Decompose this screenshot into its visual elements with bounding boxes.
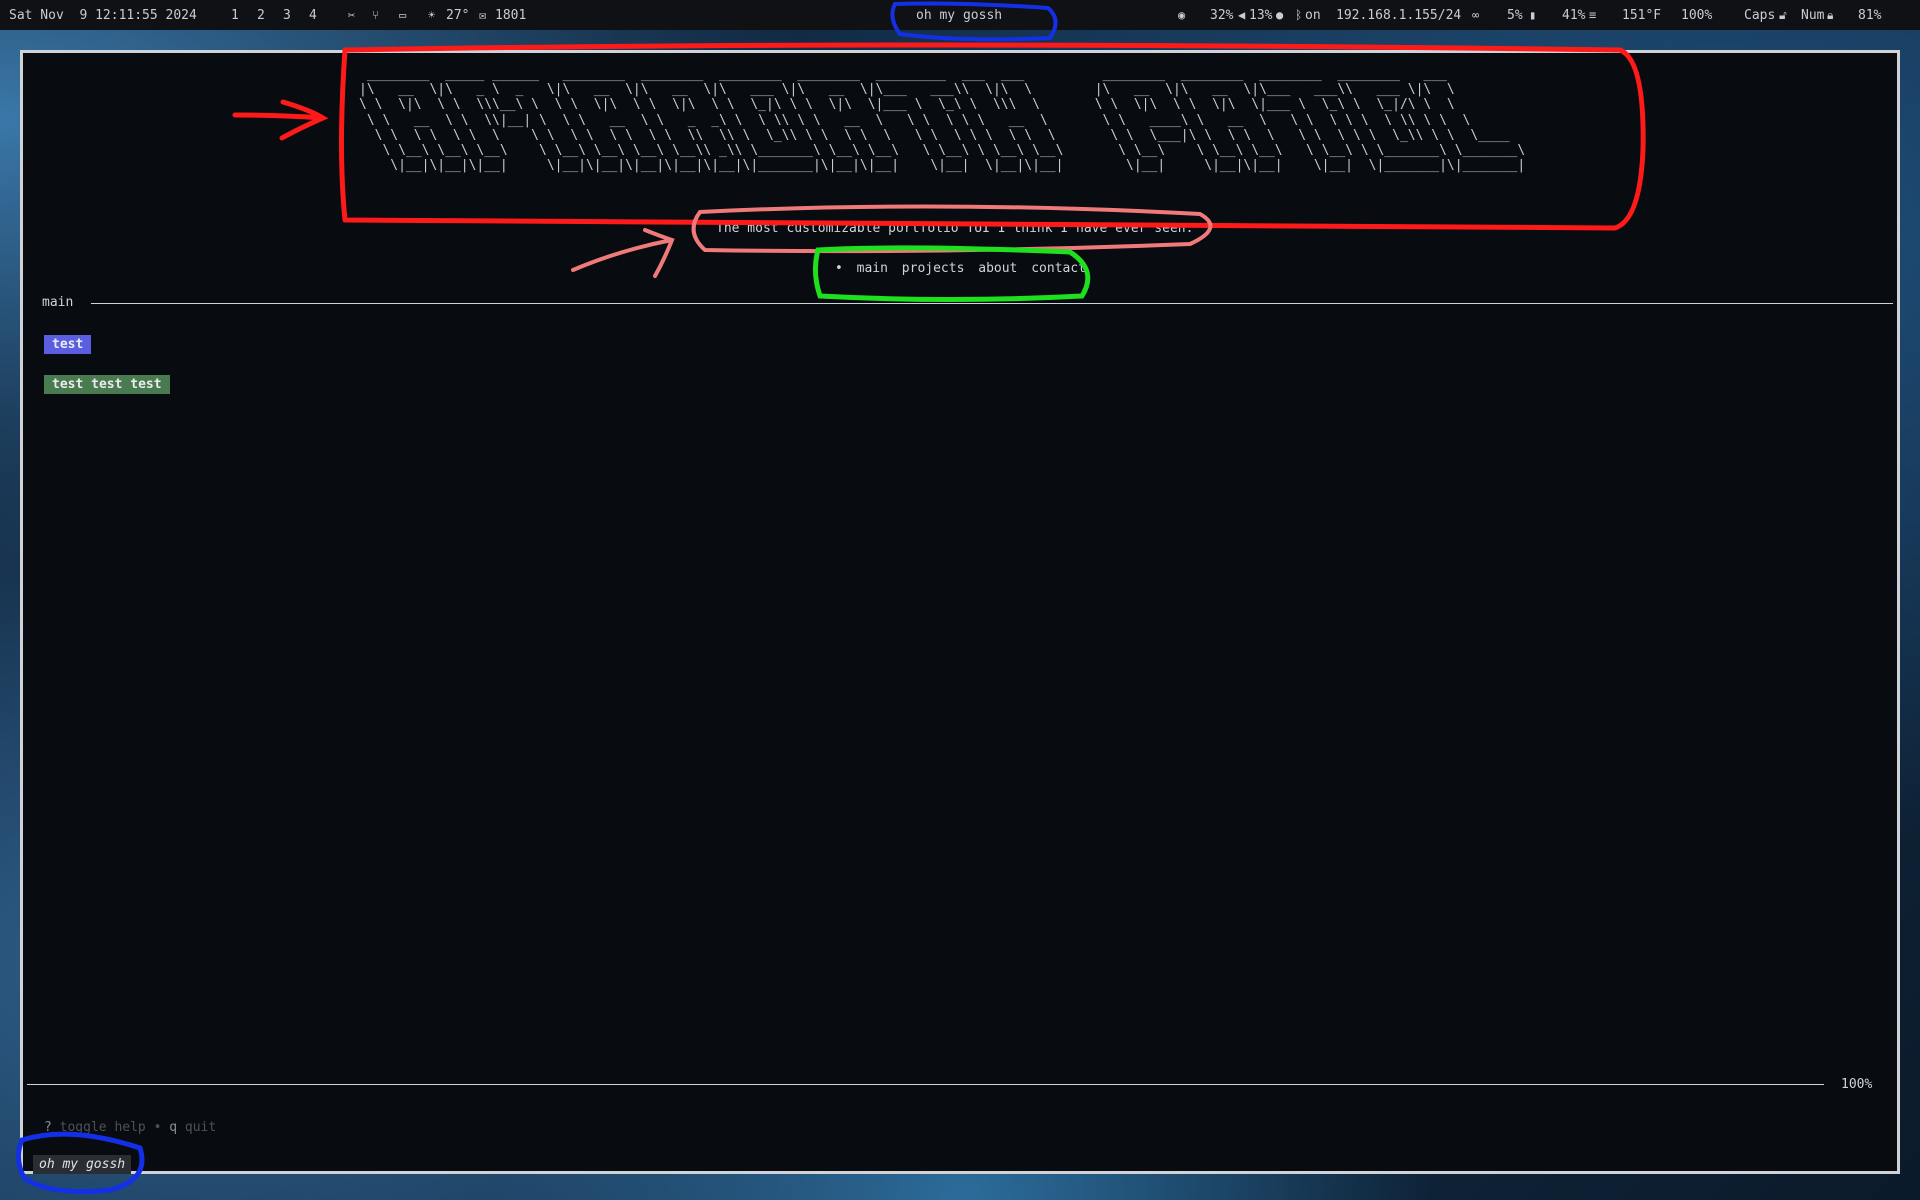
section-divider — [91, 303, 1893, 304]
battery-icon: ▮ — [1529, 8, 1537, 22]
ascii-banner: ________ _____ ______ ________ ________ … — [359, 67, 1526, 174]
mail-count: 1801 — [495, 8, 527, 23]
help-label-quit: quit — [184, 1120, 217, 1135]
volume-level: 32% — [1210, 8, 1234, 23]
microphone-icon[interactable]: ● — [1276, 8, 1283, 22]
nav-item-main[interactable]: main — [857, 261, 888, 276]
scroll-divider — [27, 1084, 1824, 1085]
mail-icon[interactable]: ✉ — [479, 8, 486, 22]
speaker-icon[interactable]: ◉ — [1178, 8, 1185, 22]
help-separator: • — [153, 1120, 162, 1135]
tools-icon[interactable]: ✂ — [348, 8, 355, 22]
nav-item-contact[interactable]: contact — [1031, 261, 1086, 276]
terminal-window[interactable]: ________ _____ ______ ________ ________ … — [20, 50, 1900, 1174]
bluetooth-icon[interactable]: ᛒ — [1295, 8, 1302, 22]
link-icon: ∞ — [1472, 8, 1480, 22]
display-icon[interactable]: ▭ — [399, 8, 406, 22]
volume-icon[interactable]: ◀ — [1238, 8, 1245, 22]
caps-lock-icon: 🔓︎ — [1779, 8, 1787, 22]
nav-bullet: • — [835, 261, 843, 276]
bluetooth-status: on — [1305, 8, 1321, 23]
help-key-quit[interactable]: q — [169, 1120, 177, 1135]
nav-item-about[interactable]: about — [978, 261, 1017, 276]
battery-level-2: 81% — [1858, 8, 1882, 23]
workspace-4[interactable]: 4 — [309, 8, 317, 23]
cpu-temperature: 151°F — [1622, 8, 1662, 23]
network-tree-icon[interactable]: ⑂ — [372, 8, 379, 22]
clock: Sat Nov 9 12:11:55 2024 — [9, 8, 197, 23]
mic-level: 13% — [1249, 8, 1273, 23]
workspace-3[interactable]: 3 — [283, 8, 291, 23]
tagline: The most customizable portfolio TUI I th… — [716, 221, 1194, 236]
section-header: main — [42, 295, 1893, 313]
caps-lock-indicator: Caps — [1744, 8, 1776, 23]
nav-menu: • main projects about contact — [835, 261, 1092, 276]
workspace-1[interactable]: 1 — [231, 8, 239, 23]
ip-address: 192.168.1.155/24 — [1336, 8, 1462, 23]
menu-icon[interactable]: ≡ — [1589, 8, 1596, 22]
tag-badge: test — [44, 335, 92, 354]
help-bar: ? toggle help • q quit — [44, 1120, 216, 1135]
num-lock-indicator: Num — [1801, 8, 1825, 23]
help-label-toggle: toggle help — [59, 1120, 146, 1135]
scroll-percent: 100% — [1841, 1077, 1873, 1092]
battery-level: 5% — [1507, 8, 1523, 23]
memory-usage: 41% — [1562, 8, 1586, 23]
window-title: oh my gossh — [916, 8, 1003, 23]
section-title: main — [42, 295, 74, 310]
workspace-2[interactable]: 2 — [257, 8, 265, 23]
prompt-label: oh my gossh — [33, 1155, 132, 1174]
weather-temp: 27° — [446, 8, 470, 23]
nav-item-projects[interactable]: projects — [902, 261, 965, 276]
num-lock-icon: 🔒︎ — [1827, 8, 1834, 22]
brightness-level: 100% — [1681, 8, 1713, 23]
help-key-toggle[interactable]: ? — [44, 1120, 52, 1135]
tag-badge: test test test — [44, 375, 170, 394]
status-bar: Sat Nov 9 12:11:55 2024 1 2 3 4 ✂ ⑂ ▭ ☀ … — [0, 0, 1920, 30]
weather-icon: ☀ — [428, 8, 436, 22]
